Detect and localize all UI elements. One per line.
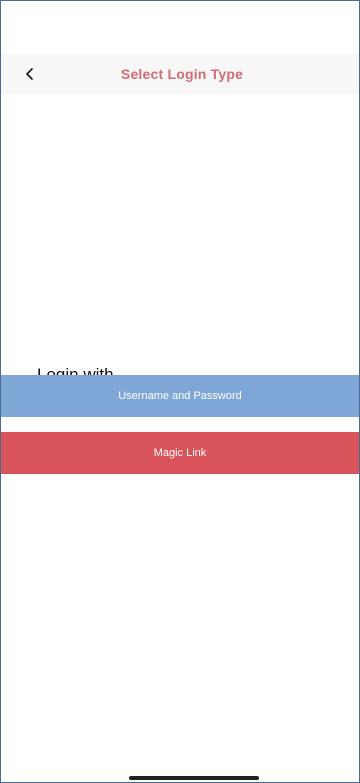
navigation-header: Select Login Type — [1, 54, 359, 94]
home-indicator — [129, 776, 259, 780]
username-password-button[interactable]: Username and Password — [1, 375, 359, 417]
app-screen: Select Login Type Login with... Username… — [0, 0, 360, 783]
page-title: Select Login Type — [120, 66, 244, 82]
magic-link-button[interactable]: Magic Link — [1, 432, 359, 474]
